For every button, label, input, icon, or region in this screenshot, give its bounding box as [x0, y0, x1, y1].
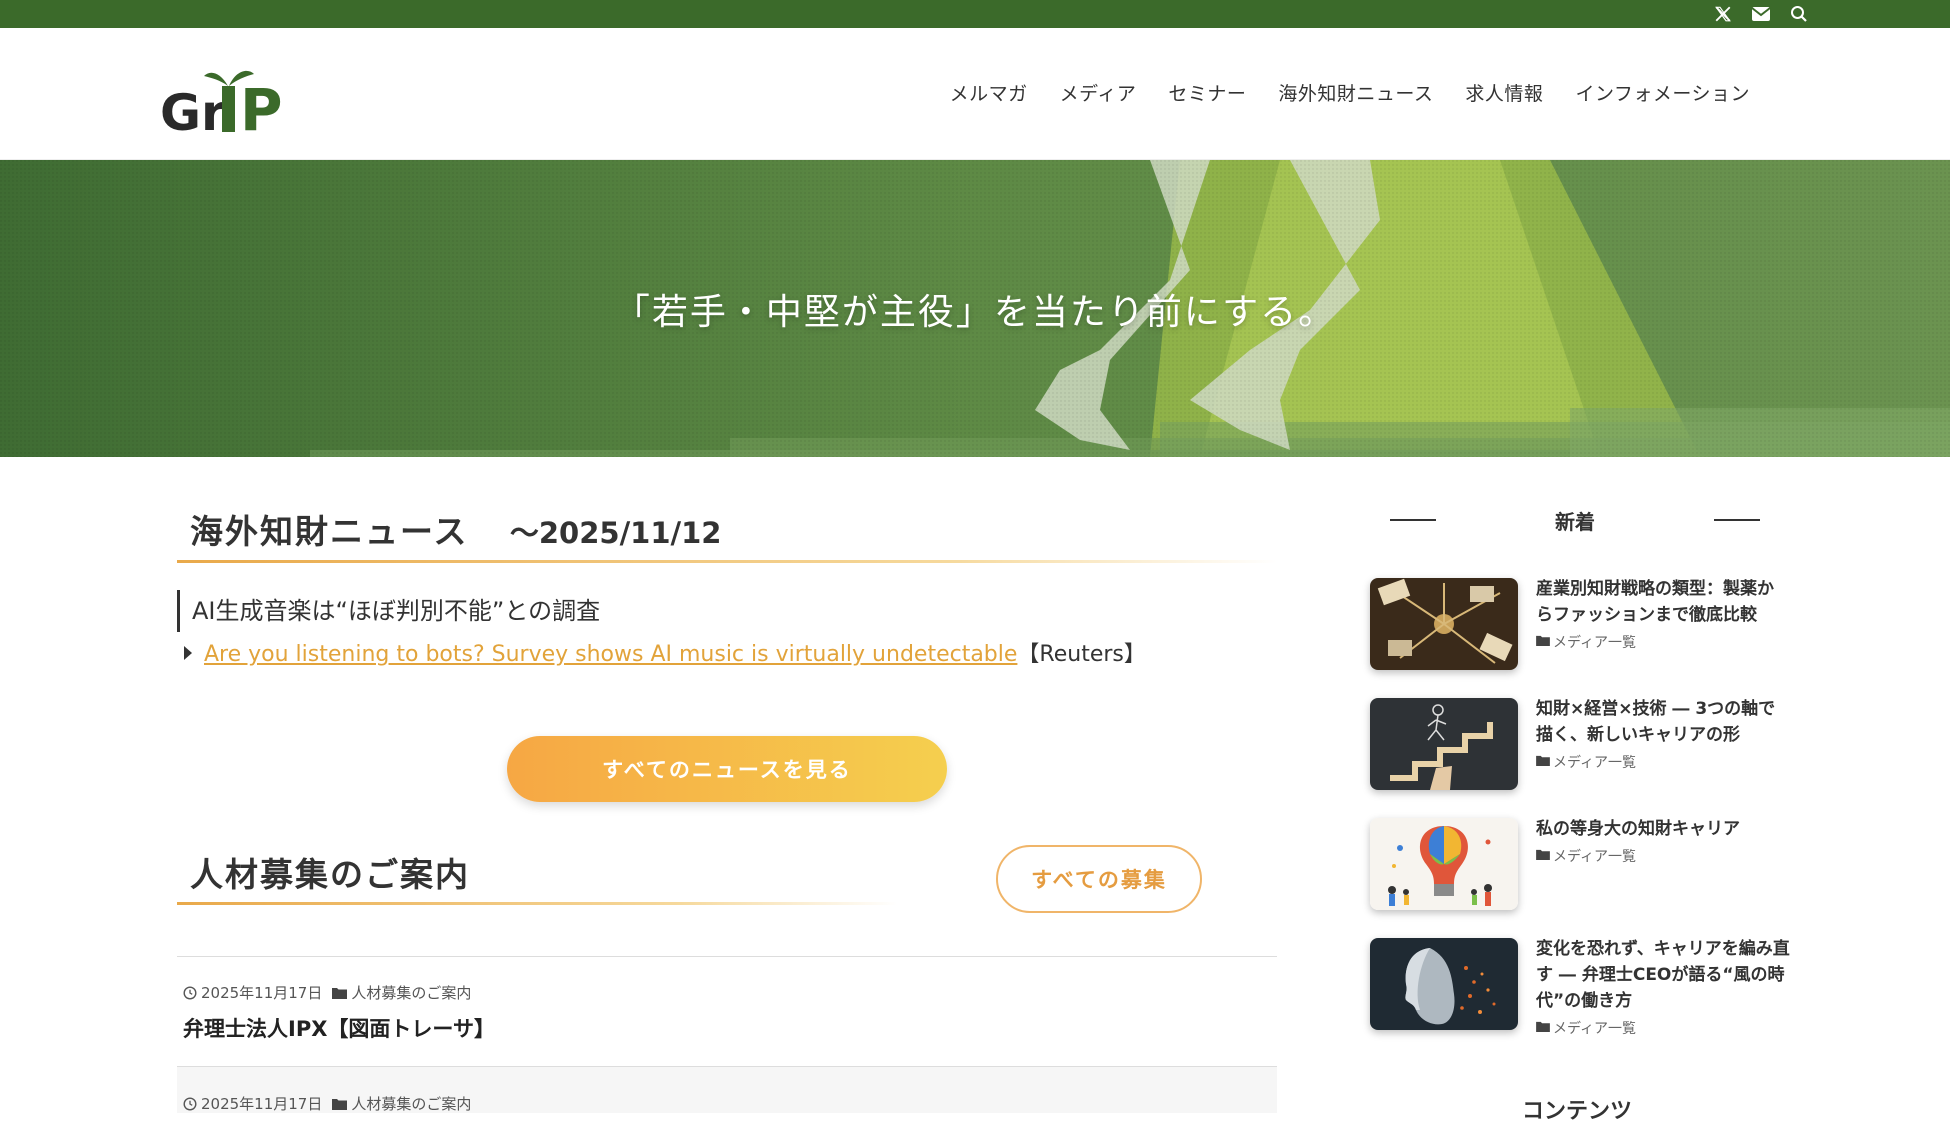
- post-date: 2025年11月17日: [201, 984, 323, 1002]
- folder-icon: [332, 1098, 348, 1110]
- job-post[interactable]: 2025年11月17日 人材募集のご案内 弁理士法人IPX【図面トレーサ】: [177, 982, 1277, 1043]
- site-logo[interactable]: Gr P: [160, 50, 290, 144]
- clock-icon: [183, 1096, 197, 1111]
- sidebar-heading-text: 新着: [1555, 509, 1595, 534]
- divider: [177, 956, 1277, 957]
- news-heading-underline: [177, 560, 1277, 563]
- hero-tagline: 「若手・中堅が主役」を当たり前にする。: [613, 291, 1337, 333]
- search-icon[interactable]: [1788, 3, 1810, 25]
- sidebar-post[interactable]: 変化を恐れず、キャリアを編み直す ― 弁理士CEOが語る“風の時代”の働き方 メ…: [1370, 938, 1790, 1038]
- news-heading-date: ～2025/11/12: [509, 516, 722, 550]
- sidebar-post[interactable]: 私の等身大の知財キャリア メディア一覧: [1370, 818, 1790, 910]
- nav-mailmag[interactable]: メルマガ: [934, 79, 1044, 106]
- folder-icon: [1536, 848, 1550, 864]
- category-label[interactable]: メディア一覧: [1553, 632, 1636, 652]
- sidebar-heading: 新着: [1390, 505, 1760, 535]
- nav-overseas-ip-news[interactable]: 海外知財ニュース: [1262, 79, 1449, 106]
- svg-text:P: P: [240, 76, 283, 142]
- post-meta: 2025年11月17日 人材募集のご案内: [183, 1093, 1277, 1114]
- top-bar: [0, 0, 1950, 28]
- folder-icon: [1536, 1020, 1550, 1036]
- job-post[interactable]: 2025年11月17日 人材募集のご案内: [177, 1093, 1277, 1114]
- post-category[interactable]: 人材募集のご案内: [351, 1093, 471, 1114]
- nav-jobs[interactable]: 求人情報: [1449, 79, 1559, 106]
- jobs-heading-underline: [177, 902, 897, 905]
- category-label[interactable]: メディア一覧: [1553, 846, 1636, 866]
- jobs-heading: 人材募集のご案内: [190, 855, 470, 894]
- post-thumbnail[interactable]: [1370, 938, 1518, 1030]
- sidebar-contents-heading: コンテンツ: [1522, 1099, 1633, 1124]
- post-meta: 2025年11月17日 人材募集のご案内: [183, 982, 1277, 1003]
- news-item-source: 【Reuters】: [1017, 642, 1146, 667]
- clock-icon: [183, 985, 197, 1000]
- sidebar-post-category: メディア一覧: [1536, 1018, 1790, 1038]
- nav-seminar[interactable]: セミナー: [1152, 79, 1262, 106]
- folder-icon: [1536, 634, 1550, 650]
- heading-dash: [1714, 519, 1760, 521]
- folder-icon: [332, 987, 348, 999]
- sidebar-post-title[interactable]: 知財×経営×技術 ― 3つの軸で描く、新しいキャリアの形: [1536, 696, 1790, 748]
- category-label[interactable]: メディア一覧: [1553, 1018, 1636, 1038]
- post-thumbnail[interactable]: [1370, 698, 1518, 790]
- post-title[interactable]: 弁理士法人IPX【図面トレーサ】: [183, 1013, 1277, 1043]
- sidebar-post[interactable]: 産業別知財戦略の類型：製薬からファッションまで徹底比較 メディア一覧: [1370, 578, 1790, 670]
- hero-banner: 「若手・中堅が主役」を当たり前にする。: [0, 160, 1950, 457]
- sidebar-post-title[interactable]: 変化を恐れず、キャリアを編み直す ― 弁理士CEOが語る“風の時代”の働き方: [1536, 936, 1790, 1014]
- site-header: Gr P メルマガ メディア セミナー 海外知財ニュース 求人情報 インフォメー…: [0, 28, 1950, 160]
- sidebar-post-title[interactable]: 産業別知財戦略の類型：製薬からファッションまで徹底比較: [1536, 576, 1790, 628]
- post-thumbnail[interactable]: [1370, 818, 1518, 910]
- news-item-title: AI生成音楽は“ほぼ判別不能”との調査: [177, 590, 600, 632]
- all-jobs-button[interactable]: すべての募集: [996, 845, 1202, 913]
- heading-dash: [1390, 519, 1436, 521]
- post-category[interactable]: 人材募集のご案内: [351, 982, 471, 1003]
- sidebar-post-category: メディア一覧: [1536, 752, 1790, 772]
- news-item-link[interactable]: Are you listening to bots? Survey shows …: [204, 642, 1017, 667]
- x-icon[interactable]: [1712, 3, 1734, 25]
- post-thumbnail[interactable]: [1370, 578, 1518, 670]
- news-item-line: Are you listening to bots? Survey shows …: [184, 636, 1146, 668]
- caret-right-icon: [184, 646, 192, 660]
- sidebar-post-category: メディア一覧: [1536, 846, 1740, 866]
- news-heading: 海外知財ニュース ～2025/11/12: [190, 505, 721, 553]
- all-news-button[interactable]: すべてのニュースを見る: [507, 736, 947, 802]
- post-date: 2025年11月17日: [201, 1095, 323, 1113]
- mail-icon[interactable]: [1750, 3, 1772, 25]
- nav-media[interactable]: メディア: [1044, 79, 1153, 106]
- category-label[interactable]: メディア一覧: [1553, 752, 1636, 772]
- folder-icon: [1536, 754, 1550, 770]
- main-nav: メルマガ メディア セミナー 海外知財ニュース 求人情報 インフォメーション: [934, 79, 1766, 106]
- topbar-icons: [1712, 3, 1810, 25]
- svg-text:Gr: Gr: [160, 84, 226, 142]
- nav-information[interactable]: インフォメーション: [1559, 79, 1766, 106]
- sidebar-post-title[interactable]: 私の等身大の知財キャリア: [1536, 816, 1740, 842]
- sidebar-post[interactable]: 知財×経営×技術 ― 3つの軸で描く、新しいキャリアの形 メディア一覧: [1370, 698, 1790, 790]
- sidebar-post-category: メディア一覧: [1536, 632, 1790, 652]
- news-heading-text: 海外知財ニュース: [190, 512, 469, 551]
